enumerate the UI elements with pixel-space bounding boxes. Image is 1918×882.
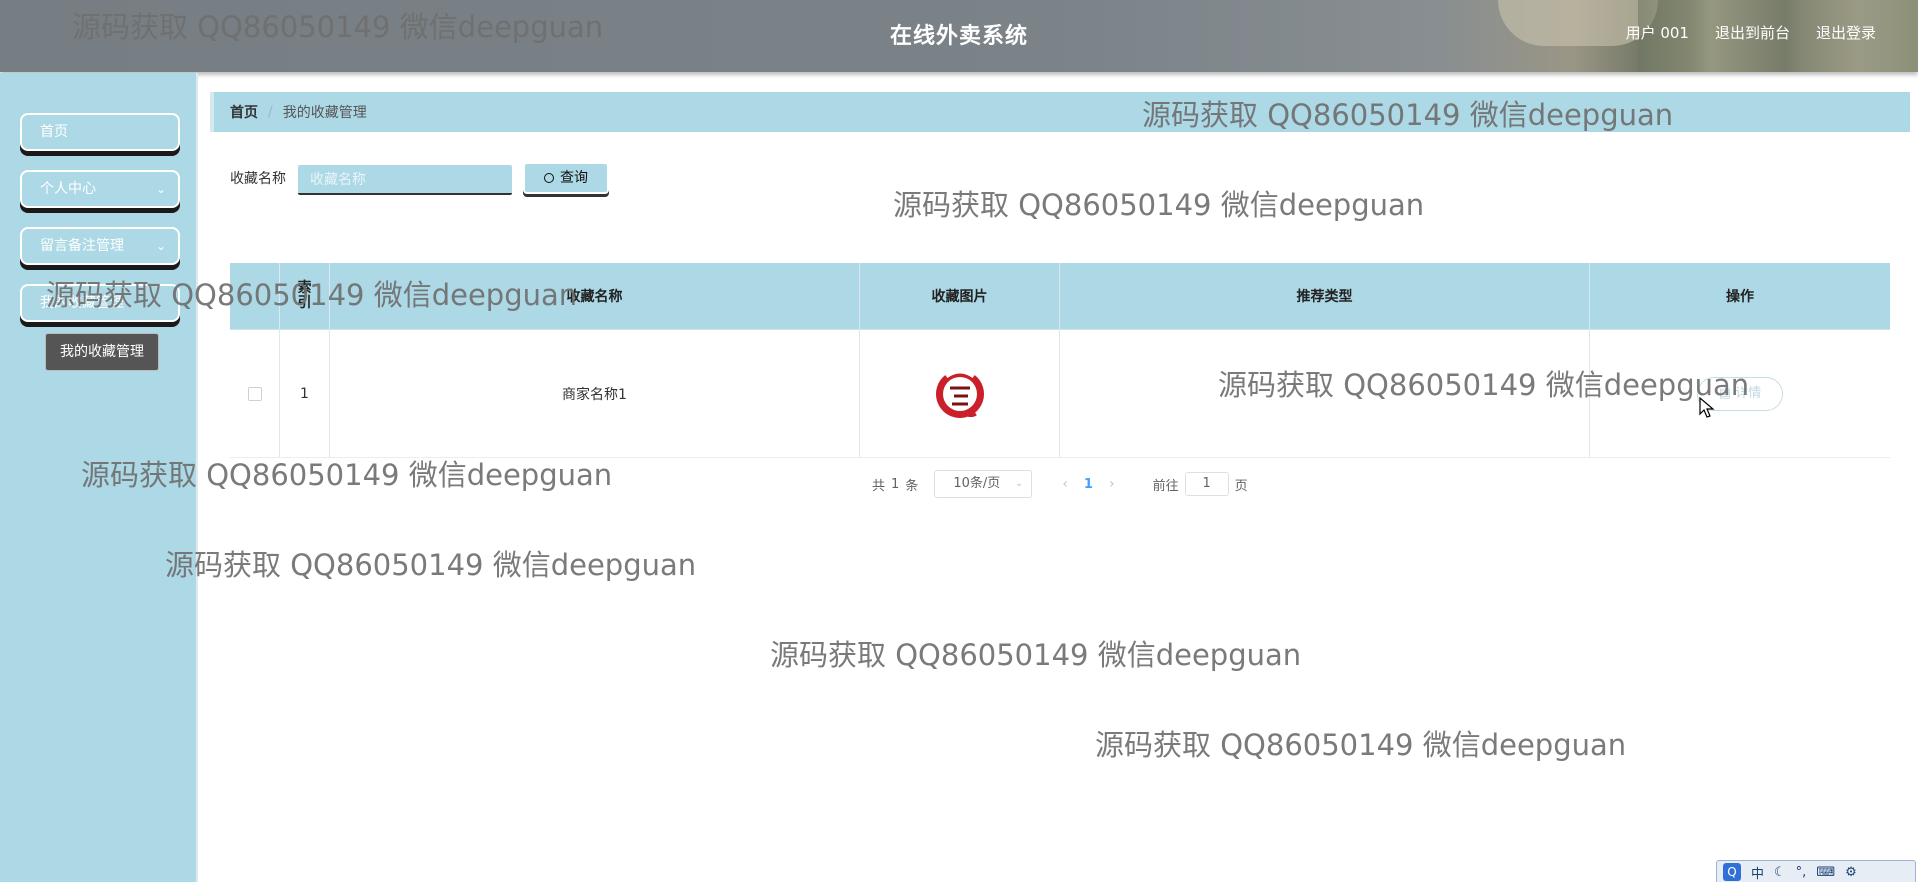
chevron-down-icon: ⌄: [1014, 478, 1024, 489]
search-icon: [544, 173, 554, 183]
goto-suffix: 页: [1234, 478, 1248, 494]
row-checkbox[interactable]: [247, 386, 262, 401]
user-label: 用户 001: [1625, 24, 1689, 42]
next-page-icon[interactable]: ›: [1109, 476, 1115, 492]
sidebar-item-message-notes[interactable]: 留言备注管理 ⌄: [20, 227, 180, 265]
sidebar-item-home[interactable]: 首页: [20, 113, 180, 151]
sidebar-item-label: 我的收藏管理: [40, 295, 124, 311]
header-index: 索引: [280, 263, 330, 329]
header-recommend-type: 推荐类型: [1060, 263, 1590, 329]
sidebar-item-label: 留言备注管理: [40, 238, 124, 254]
breadcrumb-current: 我的收藏管理: [282, 105, 367, 121]
chevron-down-icon: ⌄: [155, 182, 166, 196]
page-number-current[interactable]: 1: [1084, 477, 1093, 492]
breadcrumb-separator: /: [268, 104, 273, 120]
mouse-cursor-icon: [1699, 397, 1715, 418]
top-header: 在线外卖系统 用户 001 退出到前台 退出登录: [0, 0, 1918, 72]
punctuation-icon[interactable]: °,: [1796, 865, 1807, 880]
sidebar-item-my-favorites[interactable]: 我的收藏管理: [20, 284, 180, 322]
watermark-text: 源码获取 QQ86050149 微信deepguan: [1095, 728, 1627, 762]
ime-language-toggle[interactable]: 中: [1751, 863, 1764, 882]
header-select-cell: [230, 263, 280, 329]
search-input[interactable]: [298, 165, 512, 195]
goto-page-input[interactable]: 1: [1184, 472, 1229, 496]
watermark-text: 源码获取 QQ86050149 微信deepguan: [770, 638, 1302, 672]
sidebar-item-label: 首页: [40, 124, 68, 140]
table-header: 索引 收藏名称 收藏图片 推荐类型 操作: [230, 263, 1890, 330]
pagination-total-prefix: 共: [872, 478, 886, 494]
detail-button-label: 详情: [1735, 385, 1762, 401]
sidebar: 首页 个人中心 ⌄ 留言备注管理 ⌄ 我的收藏管理: [0, 73, 198, 882]
row-select-cell: [230, 330, 280, 457]
detail-icon: ▤: [1718, 385, 1736, 401]
restaurant-logo-icon[interactable]: [932, 362, 988, 426]
ime-logo-icon[interactable]: Q: [1723, 863, 1741, 881]
row-favorite-name: 商家名称1: [330, 330, 860, 457]
sidebar-item-personal-center[interactable]: 个人中心 ⌄: [20, 170, 180, 208]
logout-link[interactable]: 退出登录: [1816, 22, 1876, 43]
favorites-table: 索引 收藏名称 收藏图片 推荐类型 操作 1 商家名称1 ▤ 详情: [230, 263, 1890, 458]
breadcrumb-home[interactable]: 首页: [230, 102, 258, 122]
pagination: 共 1 条 10条/页 ⌄ ‹ 1 › 前往 1 页: [872, 470, 1248, 498]
search-button[interactable]: 查询: [523, 162, 609, 194]
keyboard-icon[interactable]: ⌨: [1816, 865, 1835, 880]
header-index-label: 索引: [297, 280, 312, 311]
chevron-down-icon: ⌄: [155, 239, 166, 253]
header-links: 用户 001 退出到前台 退出登录: [1626, 22, 1876, 43]
search-button-label: 查询: [560, 170, 588, 186]
header-favorite-image: 收藏图片: [860, 263, 1060, 329]
watermark-text: 源码获取 QQ86050149 微信deepguan: [165, 548, 697, 582]
row-recommend-type: [1060, 330, 1590, 457]
prev-page-icon[interactable]: ‹: [1062, 476, 1068, 492]
search-label: 收藏名称: [230, 171, 286, 187]
moon-icon[interactable]: ☾: [1774, 865, 1786, 880]
pagination-total: 1: [891, 476, 900, 492]
breadcrumb: 首页 / 我的收藏管理: [210, 92, 1910, 132]
ime-toolbar: Q 中 ☾ °, ⌨ ⚙: [1716, 860, 1916, 882]
header-favorite-name: 收藏名称: [330, 263, 860, 329]
row-index: 1: [280, 330, 330, 457]
watermark-text: 源码获取 QQ86050149 微信deepguan: [893, 188, 1425, 222]
header-actions: 操作: [1726, 289, 1754, 305]
table-row: 1 商家名称1 ▤ 详情: [230, 330, 1890, 458]
row-favorite-image: [860, 330, 1060, 457]
submenu-my-favorites[interactable]: 我的收藏管理: [45, 333, 159, 371]
page-size-select[interactable]: 10条/页 ⌄: [934, 470, 1033, 498]
settings-icon[interactable]: ⚙: [1845, 865, 1857, 880]
goto-prefix: 前往: [1152, 478, 1179, 494]
pagination-total-suffix: 条: [905, 478, 919, 494]
sidebar-item-label: 个人中心: [40, 181, 96, 197]
row-actions: ▤ 详情: [1590, 330, 1890, 457]
page-size-value: 10条/页: [953, 476, 1001, 491]
back-to-front-link[interactable]: 退出到前台: [1715, 22, 1790, 43]
